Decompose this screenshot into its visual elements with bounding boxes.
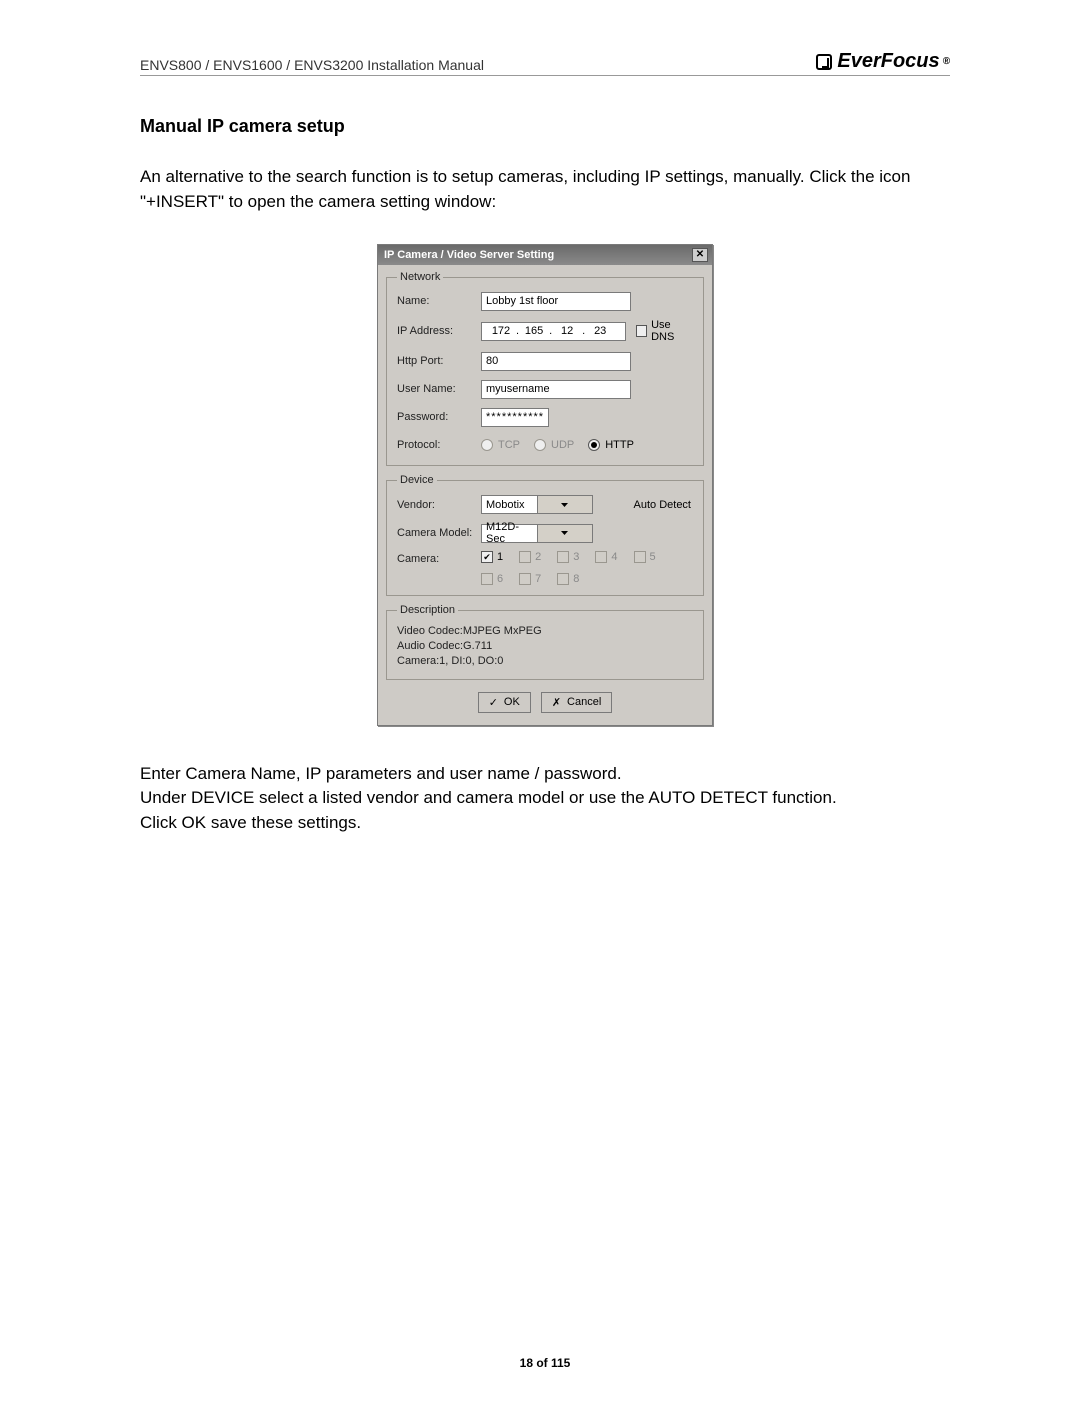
camera-checkbox-grid: ✔ 1 2 3 4 <box>481 551 681 585</box>
model-value: M12D-Sec <box>482 521 537 545</box>
radio-icon <box>534 439 546 451</box>
use-dns-checkbox[interactable]: Use DNS <box>636 319 696 343</box>
camera-6-checkbox: 6 <box>481 573 503 585</box>
description-legend: Description <box>397 604 458 616</box>
checkbox-icon <box>634 551 646 563</box>
desc-line-2: Audio Codec:G.711 <box>397 639 695 654</box>
intro-paragraph: An alternative to the search function is… <box>140 165 950 214</box>
camera-3-checkbox: 3 <box>557 551 579 563</box>
camera-7-checkbox: 7 <box>519 573 541 585</box>
checkbox-icon <box>557 573 569 585</box>
use-dns-label: Use DNS <box>651 319 695 343</box>
protocol-udp-radio: UDP <box>534 439 574 451</box>
device-legend: Device <box>397 474 437 486</box>
device-group: Device Vendor: Mobotix Auto Detect <box>386 474 704 596</box>
camera-2-checkbox: 2 <box>519 551 541 563</box>
name-input[interactable] <box>481 292 631 311</box>
check-icon: ✓ <box>489 696 498 709</box>
camera-1-checkbox[interactable]: ✔ 1 <box>481 551 503 563</box>
port-label: Http Port: <box>397 355 481 367</box>
dialog-titlebar[interactable]: IP Camera / Video Server Setting ✕ <box>378 245 712 265</box>
radio-icon <box>588 439 600 451</box>
network-group: Network Name: IP Address: . . . <box>386 271 704 466</box>
username-input[interactable] <box>481 380 631 399</box>
protocol-tcp-radio: TCP <box>481 439 520 451</box>
checkbox-icon <box>481 573 493 585</box>
pass-label: Password: <box>397 411 481 423</box>
description-group: Description Video Codec:MJPEG MxPEG Audi… <box>386 604 704 680</box>
brand-text: EverFocus <box>837 50 939 73</box>
checkbox-icon <box>595 551 607 563</box>
ip-seg-3[interactable] <box>554 325 580 337</box>
network-legend: Network <box>397 271 443 283</box>
chevron-down-icon <box>537 496 593 513</box>
port-input[interactable] <box>481 352 631 371</box>
ip-label: IP Address: <box>397 325 481 337</box>
close-icon[interactable]: ✕ <box>692 248 708 262</box>
model-label: Camera Model: <box>397 527 481 539</box>
cancel-button[interactable]: ✗ Cancel <box>541 692 612 713</box>
name-label: Name: <box>397 295 481 307</box>
camera-4-checkbox: 4 <box>595 551 617 563</box>
section-title: Manual IP camera setup <box>140 116 950 137</box>
camera-8-checkbox: 8 <box>557 573 579 585</box>
password-input[interactable] <box>481 408 549 427</box>
outro-paragraph: Enter Camera Name, IP parameters and use… <box>140 762 950 836</box>
vendor-value: Mobotix <box>482 499 537 511</box>
page-header: ENVS800 / ENVS1600 / ENVS3200 Installati… <box>140 50 950 76</box>
vendor-label: Vendor: <box>397 499 481 511</box>
desc-line-3: Camera:1, DI:0, DO:0 <box>397 654 695 669</box>
brand-logo: EverFocus® <box>816 50 950 73</box>
checkbox-icon <box>519 573 531 585</box>
ip-camera-dialog: IP Camera / Video Server Setting ✕ Netwo… <box>377 244 713 726</box>
model-select[interactable]: M12D-Sec <box>481 524 593 543</box>
ip-seg-2[interactable] <box>521 325 547 337</box>
vendor-select[interactable]: Mobotix <box>481 495 593 514</box>
camera-label: Camera: <box>397 551 481 565</box>
user-label: User Name: <box>397 383 481 395</box>
logo-icon <box>816 54 832 70</box>
ip-seg-4[interactable] <box>587 325 613 337</box>
checkbox-icon: ✔ <box>481 551 493 563</box>
dialog-title: IP Camera / Video Server Setting <box>384 249 554 261</box>
chevron-down-icon <box>537 525 593 542</box>
protocol-label: Protocol: <box>397 439 481 451</box>
ip-seg-1[interactable] <box>488 325 514 337</box>
checkbox-icon <box>636 325 648 337</box>
checkbox-icon <box>519 551 531 563</box>
protocol-http-radio[interactable]: HTTP <box>588 439 634 451</box>
desc-line-1: Video Codec:MJPEG MxPEG <box>397 624 695 639</box>
camera-5-checkbox: 5 <box>634 551 656 563</box>
checkbox-icon <box>557 551 569 563</box>
auto-detect-button[interactable]: Auto Detect <box>630 494 695 515</box>
ok-button[interactable]: ✓ OK <box>478 692 531 713</box>
doc-title: ENVS800 / ENVS1600 / ENVS3200 Installati… <box>140 57 484 73</box>
page-number: 18 of 115 <box>140 1356 950 1370</box>
radio-icon <box>481 439 493 451</box>
close-icon: ✗ <box>552 696 561 709</box>
ip-input[interactable]: . . . <box>481 322 626 341</box>
